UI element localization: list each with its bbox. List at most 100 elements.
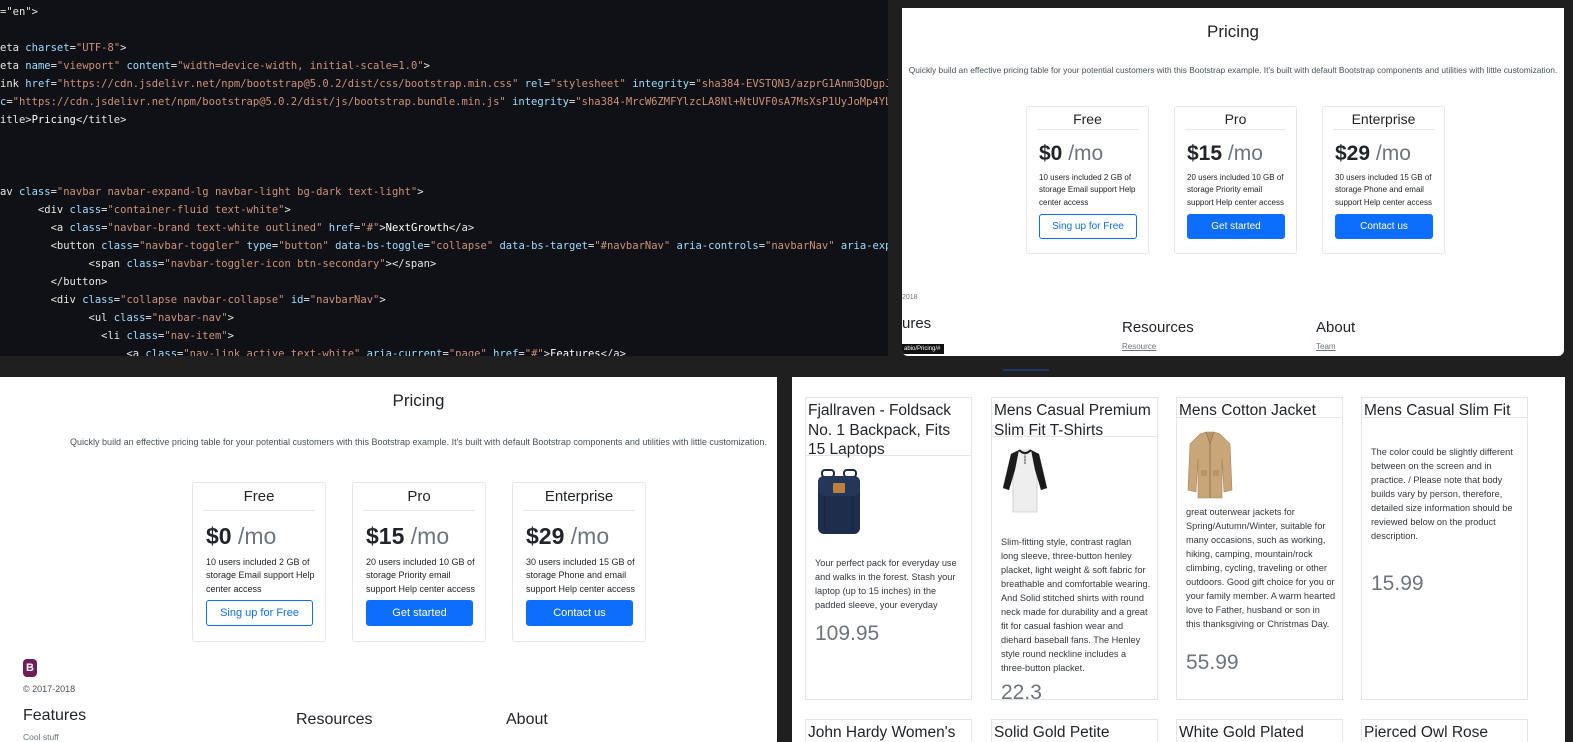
code-token: ="en"> [0,6,38,18]
code-line: </button> [0,273,108,291]
footer-link-resource[interactable]: Resource [1122,342,1156,351]
get-started-button[interactable]: Get started [1187,214,1285,239]
code-token: name [25,60,51,72]
plan-card-pro: Pro $15 /mo 20 users included 10 GB of s… [352,482,486,642]
plan-price: $15 /mo [1187,142,1263,165]
product-card[interactable]: Mens Cotton Jacket great outerwear jacke… [1176,397,1343,700]
signup-free-button[interactable]: Sing up for Free [1039,214,1137,239]
code-token: <a [0,222,70,234]
product-card[interactable]: Mens Casual Slim Fit The color could be … [1361,397,1528,700]
code-token: <li [0,330,127,342]
plan-card-free: Free $0 /mo 10 users included 2 GB of st… [192,482,326,642]
copyright: © 2017-2018 [23,684,76,694]
code-line: <ul class="navbar-nav"> [0,309,234,327]
plan-features: 30 users included 15 GB of storage Phone… [1335,173,1432,207]
code-token: <ul [0,312,114,324]
code-token: <div [0,204,70,216]
footer-link-team[interactable]: Team [1316,342,1336,351]
code-token: "UTF-8" [75,42,121,54]
plan-price: $0 /mo [206,523,277,549]
code-line: ="en"> [0,3,38,21]
footer-heading-resources: Resources [1122,319,1194,336]
code-token: class [69,204,102,216]
products-preview: Fjallraven - Foldsack No. 1 Backpack, Fi… [792,377,1565,742]
page-lead: Quickly build an effective pricing table… [908,65,1558,75]
code-line: av class="navbar navbar-expand-lg navbar… [0,183,424,201]
code-token: "navbar-toggler-icon btn-secondary" [164,258,386,270]
link-tooltip: abio/Pricing/# [902,344,944,354]
footer-heading-features: ures [902,315,932,332]
product-card[interactable]: John Hardy Women's [805,719,972,742]
code-token: charset [25,42,70,54]
code-token: > [379,294,386,306]
code-token: "navbarNav" [309,294,380,306]
product-price: 22.3 [1001,681,1042,704]
code-line: <div class="collapse navbar-collapse" id… [0,291,386,309]
code-token: href [328,222,355,234]
signup-free-button[interactable]: Sing up for Free [206,600,313,626]
code-token: > [284,204,291,216]
code-token: NextGrowth [385,222,449,234]
code-line: <a class="nav-link active text-white" ar… [0,345,626,356]
product-title: Mens Cotton Jacket [1177,398,1342,419]
contact-us-button[interactable]: Contact us [526,600,633,626]
code-line: <a class="navbar-brand text-white outlin… [0,219,475,237]
code-token: ></span> [385,258,437,270]
plan-name: Pro [363,489,475,511]
code-line: <li class="nav-item"> [0,327,234,345]
code-token: "page" [448,348,494,356]
code-token: > [120,42,127,54]
code-line: <button class="navbar-toggler" type="but… [0,237,888,255]
code-token: "sha384-EVSTQN3/azprG1Anm3QDgpJLIm9Nao0Y [695,78,888,90]
code-line: eta charset="UTF-8"> [0,39,126,57]
code-token: "https://cdn.jsdelivr.net/npm/bootstrap@… [12,96,513,108]
code-line: c="https://cdn.jsdelivr.net/npm/bootstra… [0,93,888,111]
code-token: "viewport" [56,60,127,72]
code-token: <div [0,294,83,306]
product-description: Slim-fitting style, contrast raglan long… [1001,537,1151,673]
plan-card-enterprise: Enterprise $29 /mo 30 users included 15 … [1322,106,1445,254]
plan-features: 30 users included 15 GB of storage Phone… [526,557,636,594]
product-card[interactable]: Mens Casual Premium Slim Fit T-Shirts Sl… [991,397,1158,704]
plan-card-enterprise: Enterprise $29 /mo 30 users included 15 … [512,482,646,642]
contact-us-button[interactable]: Contact us [1335,214,1433,239]
footer-heading-about: About [1316,319,1356,336]
footer-link-cool-stuff[interactable]: Cool stuff [23,732,59,742]
product-card[interactable]: Solid Gold Petite [991,719,1158,742]
product-card[interactable]: Pierced Owl Rose [1361,719,1528,742]
plan-features: 10 users included 2 GB of storage Email … [206,557,315,594]
code-token: data-bs-target [499,240,588,252]
code-token: "container-fluid text-white" [107,204,285,216]
code-token: "stylesheet" [550,78,633,90]
code-token: </title> [75,114,127,126]
get-started-button[interactable]: Get started [366,600,473,626]
code-token: ink [0,78,26,90]
code-token: "navbarNav" [765,240,841,252]
product-price: 109.95 [815,622,880,645]
code-token: "https://cdn.jsdelivr.net/npm/bootstrap@… [56,78,525,90]
footer-heading-resources: Resources [296,711,373,728]
code-token: "sha384-MrcW6ZMFYlzcLA8Nl+NtUVF0sA7MsXsP… [575,96,888,108]
code-editor[interactable]: ="en"> eta charset="UTF-8"> eta name="view… [0,0,888,356]
code-token: <a [0,348,146,356]
product-card[interactable]: Fjallraven - Foldsack No. 1 Backpack, Fi… [805,397,972,700]
code-token: type [246,240,272,252]
plan-card-pro: Pro $15 /mo 20 users included 10 GB of s… [1174,106,1297,254]
plan-name: Free [1037,112,1138,130]
code-token: class [126,330,159,342]
code-token: content [126,60,171,72]
tshirt-image [1001,448,1049,516]
code-token: > [227,330,234,342]
product-card[interactable]: White Gold Plated [1176,719,1343,742]
code-token: "nav-link active text-white" [183,348,367,356]
code-token: integrity [512,96,569,108]
code-token: aria-controls [676,240,759,252]
code-token: rel [524,78,544,90]
plan-features: 20 users included 10 GB of storage Prior… [1187,173,1284,207]
plan-name: Free [203,489,315,511]
code-token: aria-expanded [840,240,888,252]
product-title: Solid Gold Petite [994,724,1110,741]
code-token: class [113,312,146,324]
page-lead: Quickly build an effective pricing table… [70,437,767,447]
plan-name: Pro [1185,112,1286,130]
